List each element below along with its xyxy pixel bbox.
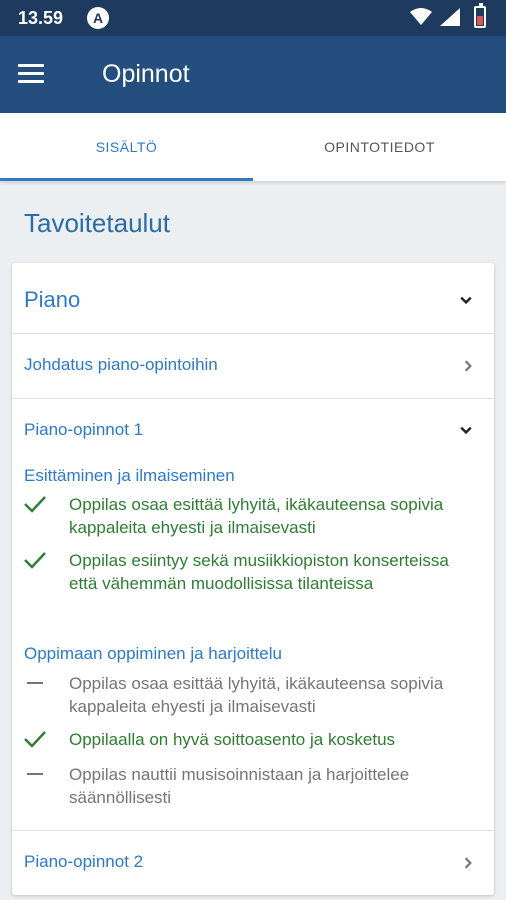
list-item-label: Piano-opinnot 2	[24, 852, 144, 871]
goal-item: Oppilas nauttii musisoinnistaan ja harjo…	[24, 763, 464, 809]
tab-bar: SISÄLTÖ OPINTOTIEDOT	[0, 113, 506, 181]
instrument-title: Piano	[24, 287, 81, 312]
tab-sisalto[interactable]: SISÄLTÖ	[0, 113, 253, 181]
dash-icon	[27, 682, 43, 684]
goal-item: Oppilas esiintyy sekä musiikkiopiston ko…	[24, 549, 464, 619]
chevron-down-icon	[460, 426, 472, 435]
wifi-icon	[410, 8, 432, 25]
tab-opintotiedot[interactable]: OPINTOTIEDOT	[253, 113, 506, 181]
list-item-piano-opinnot-2[interactable]: Piano-opinnot 2	[12, 831, 494, 895]
notification-icon: A	[87, 7, 109, 29]
chevron-right-icon	[464, 857, 472, 869]
check-icon	[24, 496, 46, 513]
goal-text: Oppilas nauttii musisoinnistaan ja harjo…	[69, 765, 410, 807]
instrument-header[interactable]: Piano	[12, 263, 494, 333]
goal-category: Esittäminen ja ilmaiseminen	[24, 466, 235, 485]
goal-text: Oppilas esiintyy sekä musiikkiopiston ko…	[69, 551, 449, 593]
chevron-down-icon	[460, 296, 472, 305]
dash-icon	[27, 773, 43, 775]
goal-text: Oppilaalla on hyvä soittoasento ja koske…	[69, 730, 396, 749]
app-bar: Opinnot	[0, 36, 506, 113]
check-icon	[24, 731, 46, 748]
goal-text: Oppilas osaa esittää lyhyitä, ikäkauteen…	[69, 674, 444, 716]
list-item-johdatus[interactable]: Johdatus piano-opintoihin	[12, 334, 494, 398]
goal-item: Oppilas osaa esittää lyhyitä, ikäkauteen…	[24, 493, 464, 539]
goal-item: Oppilaalla on hyvä soittoasento ja koske…	[24, 728, 464, 752]
check-icon	[24, 552, 46, 569]
goals-card: Piano Johdatus piano-opintoihin Piano-op…	[12, 263, 494, 895]
hamburger-menu-icon[interactable]	[18, 64, 44, 84]
chevron-right-icon	[464, 360, 472, 372]
signal-icon	[440, 8, 460, 26]
list-item-label: Johdatus piano-opintoihin	[24, 355, 218, 374]
list-item-piano-opinnot-1[interactable]: Piano-opinnot 1	[12, 399, 494, 461]
status-time: 13.59	[18, 8, 64, 28]
goal-text: Oppilas osaa esittää lyhyitä, ikäkauteen…	[69, 495, 444, 537]
goal-item: Oppilas osaa esittää lyhyitä, ikäkauteen…	[24, 672, 464, 718]
active-tab-indicator	[0, 178, 253, 181]
battery-icon	[474, 3, 486, 28]
page-title: Opinnot	[102, 60, 190, 88]
list-item-label: Piano-opinnot 1	[24, 420, 144, 439]
section-title: Tavoitetaulut	[24, 208, 170, 238]
goal-category: Oppimaan oppiminen ja harjoittelu	[24, 644, 282, 663]
status-bar: 13.59 A	[0, 0, 506, 36]
